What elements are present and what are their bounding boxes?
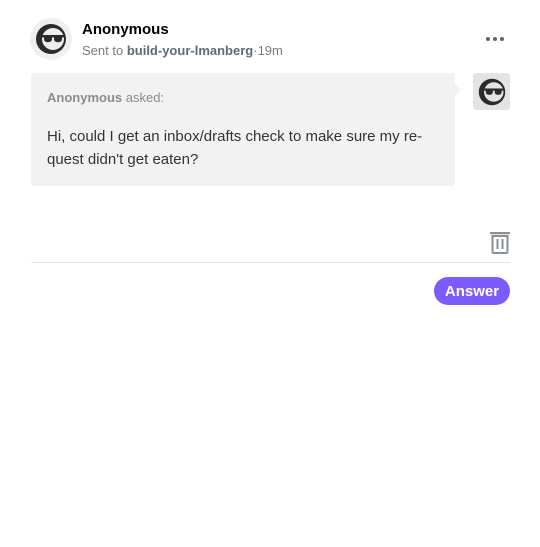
sent-to-prefix: Sent to [82,43,124,58]
asked-label: asked: [125,90,165,105]
anonymous-sunglasses-icon [478,78,505,105]
delete-button[interactable] [489,230,511,254]
bubble-pointer [455,84,461,96]
divider [31,262,510,263]
asked-line: Anonymous asked: [47,90,164,105]
more-horizontal-icon [485,37,506,41]
asker-avatar[interactable] [473,73,510,110]
asker-name[interactable]: Anonymous [47,90,122,105]
blog-name-link[interactable]: build-your-lmanberg [127,43,253,58]
anonymous-sunglasses-icon [36,24,66,54]
ask-bubble: Anonymous asked: Hi, could I get an inbo… [31,73,455,186]
sent-to-line: Sent to build-your-lmanberg·19m [82,43,283,58]
question-text: Hi, could I get an inbox/drafts check to… [47,128,423,168]
time-ago: 19m [257,43,283,58]
trash-icon [490,232,510,254]
answer-button[interactable]: Answer [434,277,510,305]
sender-name[interactable]: Anonymous [82,21,169,38]
sender-avatar[interactable] [30,18,72,60]
more-options-button[interactable] [480,30,510,48]
